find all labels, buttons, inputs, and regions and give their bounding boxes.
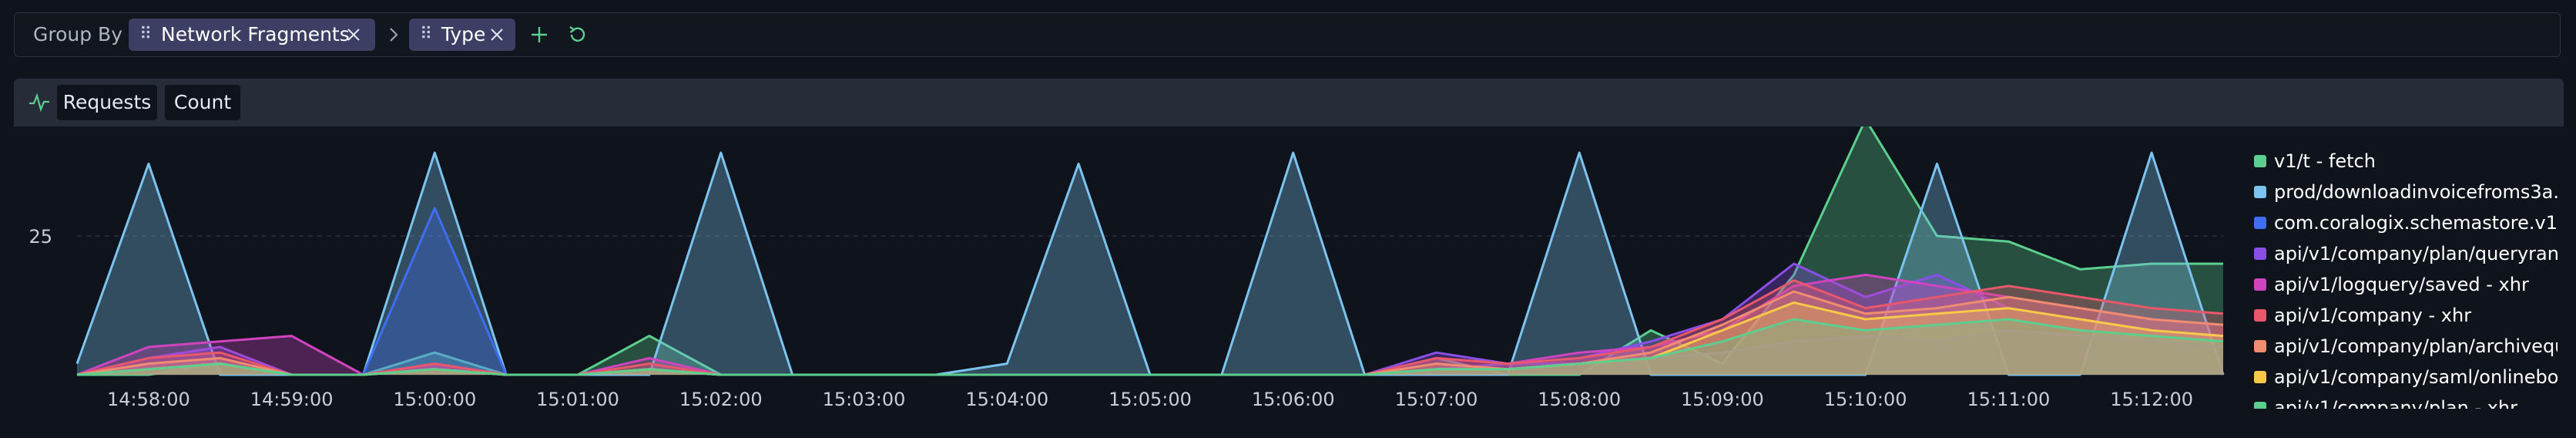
legend-swatch (2254, 155, 2266, 167)
legend-swatch (2254, 402, 2266, 409)
x-tick-label: 15:05:00 (1109, 389, 1192, 410)
drag-handle-icon[interactable]: ⠿ (139, 19, 152, 51)
legend-swatch (2254, 278, 2266, 291)
tag-requests[interactable]: Requests (57, 85, 157, 120)
legend-item[interactable]: api/v1/company/plan/archivequ... (2249, 332, 2558, 362)
legend-item[interactable]: com.coralogix.schemastore.v1.s... (2249, 208, 2558, 239)
close-icon[interactable] (346, 27, 361, 42)
x-tick-label: 15:03:00 (823, 389, 906, 410)
chart-legend: v1/t - fetch prod/downloadinvoicefroms3a.… (2249, 147, 2558, 409)
chip-label: Network Fragments (161, 23, 350, 45)
x-tick-label: 15:04:00 (965, 389, 1048, 410)
area-layer (75, 126, 2225, 376)
legend-label: api/v1/logquery/saved - xhr (2274, 274, 2529, 295)
y-tick-label: 25 (29, 226, 52, 248)
tag-count[interactable]: Count (165, 85, 240, 120)
legend-item[interactable]: prod/downloadinvoicefroms3a... (2249, 177, 2558, 208)
legend-label: prod/downloadinvoicefroms3a... (2274, 181, 2558, 203)
drag-handle-icon[interactable]: ⠿ (420, 19, 432, 51)
legend-swatch (2254, 186, 2266, 198)
x-tick-label: 15:09:00 (1681, 389, 1764, 410)
activity-icon (29, 93, 49, 113)
legend-swatch (2254, 217, 2266, 229)
group-chip-type[interactable]: ⠿ Type (409, 19, 515, 51)
chart-panel-header: Requests Count (14, 79, 2564, 126)
close-icon[interactable] (489, 27, 505, 42)
x-tick-label: 14:59:00 (250, 389, 334, 410)
legend-label: api/v1/company/plan/archivequ... (2274, 335, 2558, 357)
legend-item[interactable]: api/v1/company/saml/onlinebou... (2249, 362, 2558, 393)
legend-swatch (2254, 371, 2266, 383)
legend-label: api/v1/company/plan/queryrang... (2274, 243, 2558, 264)
x-tick-label: 15:01:00 (536, 389, 619, 410)
x-tick-label: 15:11:00 (1967, 389, 2051, 410)
group-by-bar: Group By ⠿ Network Fragments ⠿ Type (14, 12, 2561, 57)
legend-item[interactable]: api/v1/company/plan/queryrang... (2249, 239, 2558, 270)
group-by-label: Group By (33, 23, 123, 45)
legend-label: com.coralogix.schemastore.v1.s... (2274, 212, 2558, 234)
x-tick-label: 15:07:00 (1395, 389, 1478, 410)
chip-label: Type (441, 23, 486, 45)
legend-item[interactable]: v1/t - fetch (2249, 147, 2558, 177)
legend-label: api/v1/company/saml/onlinebou... (2274, 366, 2558, 388)
legend-swatch (2254, 248, 2266, 260)
x-tick-label: 15:08:00 (1538, 389, 1621, 410)
x-tick-label: 15:06:00 (1252, 389, 1335, 410)
chevron-right-icon (390, 28, 398, 42)
x-tick-label: 15:00:00 (393, 389, 476, 410)
x-tick-label: 15:10:00 (1824, 389, 1907, 410)
x-tick-label: 14:58:00 (107, 389, 190, 410)
x-tick-label: 15:12:00 (2110, 389, 2193, 410)
add-icon[interactable] (529, 25, 549, 45)
legend-item[interactable]: api/v1/company - xhr (2249, 301, 2558, 332)
x-tick-label: 15:02:00 (679, 389, 763, 410)
legend-swatch (2254, 309, 2266, 322)
reset-icon[interactable] (567, 24, 589, 45)
legend-label: api/v1/company - xhr (2274, 305, 2472, 326)
legend-label: v1/t - fetch (2274, 150, 2376, 172)
legend-item[interactable]: api/v1/logquery/saved - xhr (2249, 270, 2558, 301)
group-chip-network-fragments[interactable]: ⠿ Network Fragments (129, 19, 375, 51)
area-chart: 255014:58:0014:59:0015:00:0015:01:0015:0… (29, 126, 2225, 410)
legend-item[interactable]: api/v1/company/plan - xhr (2249, 393, 2558, 409)
legend-swatch (2254, 340, 2266, 352)
legend-label: api/v1/company/plan - xhr (2274, 397, 2517, 409)
